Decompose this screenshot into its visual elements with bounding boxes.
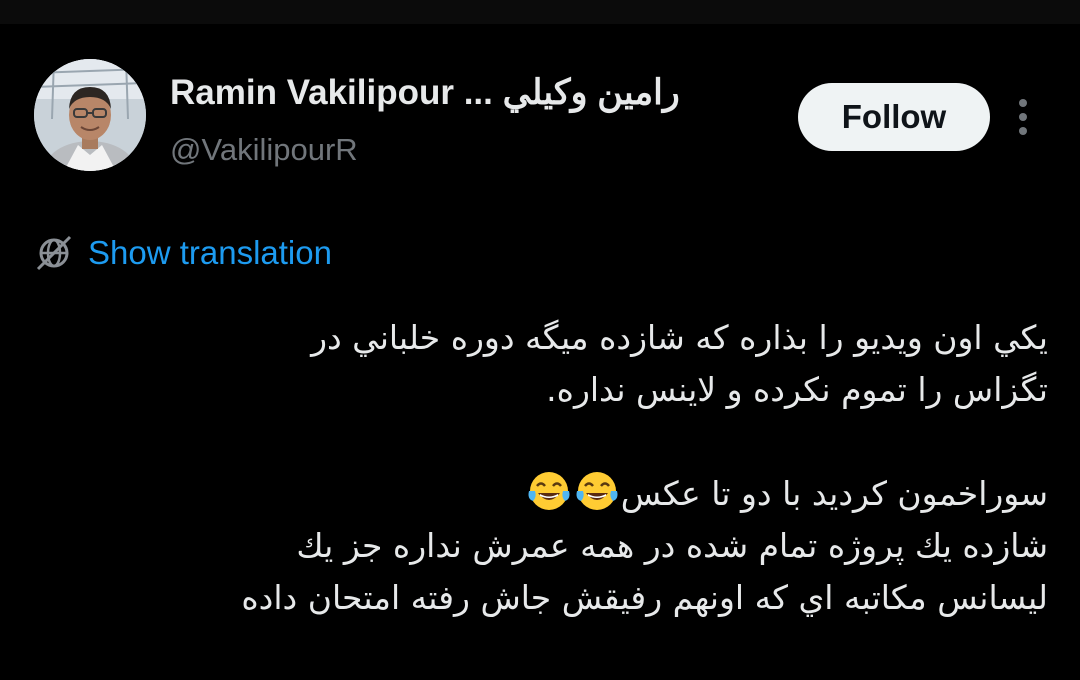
tweet-line: سوراخمون كرديد با دو تا عكس: [620, 474, 1048, 513]
follow-button[interactable]: Follow: [798, 83, 990, 151]
more-options-button[interactable]: [1002, 92, 1044, 142]
tweet-text: يكي اون ويديو را بذاره كه شازده ميگه دور…: [48, 312, 1048, 624]
face-with-tears-of-joy-icon: [576, 472, 618, 510]
tweet-line-with-emoji: سوراخمون كرديد با دو تا عكس: [48, 468, 1048, 520]
display-name[interactable]: Ramin Vakilipour ... رامين وكيلي: [170, 66, 770, 120]
tweet-line: تگزاس را تموم نكرده و لاينس نداره.: [546, 370, 1048, 409]
avatar-photo: [34, 59, 146, 171]
translation-row: Show translation: [34, 228, 332, 278]
tweet-line: ليسانس مكاتبه اي كه اونهم رفيقش جاش رفته…: [241, 578, 1048, 617]
face-with-tears-of-joy-icon: [528, 472, 570, 510]
tweet-line: يكي اون ويديو را بذاره كه شازده ميگه دور…: [311, 318, 1048, 357]
top-divider-strip: [0, 0, 1080, 24]
show-translation-link[interactable]: Show translation: [88, 234, 332, 272]
globe-icon: [36, 235, 72, 271]
more-vertical-icon: [1019, 99, 1027, 135]
tweet-line: شازده يك پروژه تمام شده در همه عمرش ندار…: [296, 526, 1048, 565]
avatar[interactable]: [34, 59, 146, 171]
user-handle[interactable]: @VakilipourR: [170, 126, 358, 174]
